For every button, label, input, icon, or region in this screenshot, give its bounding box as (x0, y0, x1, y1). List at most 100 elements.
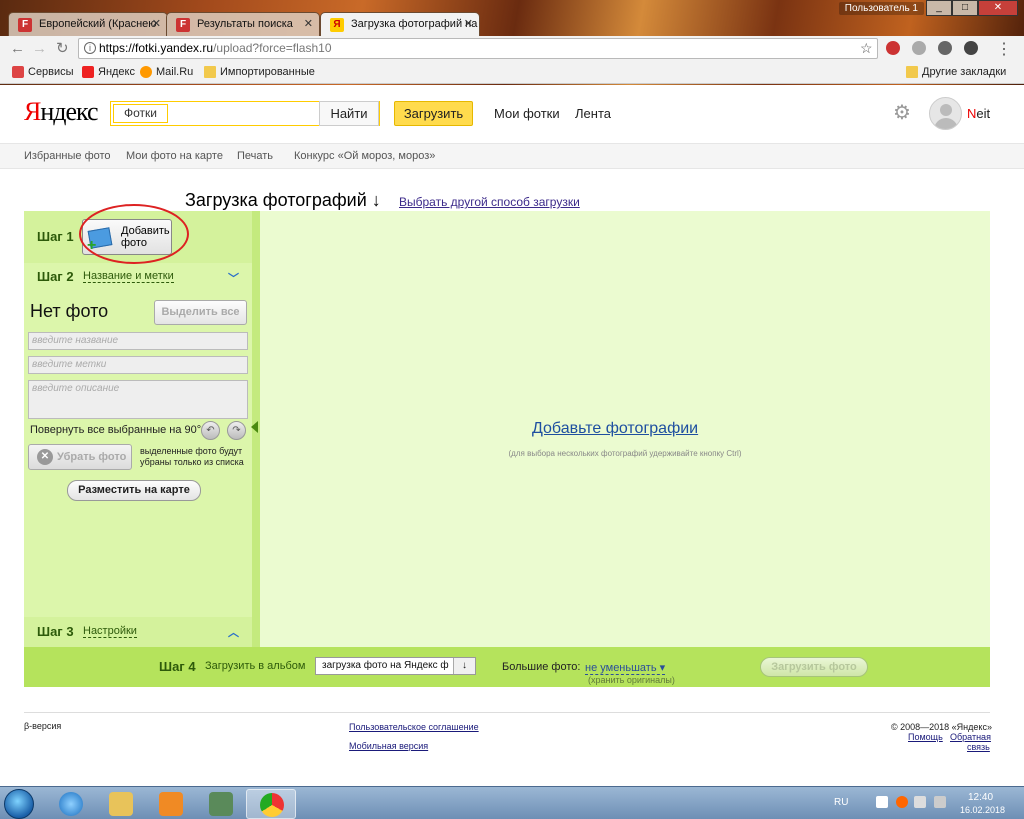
bookmarks-bar: Сервисы Яндекс Mail.Ru Импортированные Д… (0, 62, 1024, 84)
taskbar: RU 12:40 16.02.2018 (0, 786, 1024, 819)
taskbar-explorer[interactable] (96, 789, 146, 819)
clock-date[interactable]: 16.02.2018 (960, 805, 1005, 815)
bookmark-label: Mail.Ru (156, 66, 194, 78)
info-icon[interactable]: i (84, 42, 96, 54)
upload-photo-button[interactable]: Загрузить фото (760, 657, 868, 677)
bookmark-label: Другие закладки (922, 66, 1007, 78)
close-tab-icon[interactable]: ✕ (152, 13, 161, 35)
bookmark-other[interactable]: Другие закладки (906, 66, 1006, 78)
add-photos-hint: (для выбора нескольких фотографий удержи… (508, 449, 742, 458)
bookmark-label: Импортированные (220, 66, 315, 78)
extension-icon[interactable] (964, 41, 978, 55)
browser-tab-3[interactable]: Я Загрузка фотографий на ✕ (320, 12, 480, 36)
dropdown-arrow-icon[interactable]: ↓ (453, 658, 475, 674)
close-window-button[interactable]: ✕ (978, 0, 1018, 16)
address-bar[interactable]: i https://fotki.yandex.ru/upload?force=f… (78, 38, 878, 59)
volume-icon[interactable] (934, 796, 946, 808)
search-button[interactable]: Найти (319, 101, 379, 126)
chevron-up-icon[interactable]: ︿ (228, 624, 239, 640)
mailru-icon (140, 66, 152, 78)
language-indicator[interactable]: RU (834, 797, 848, 808)
title-field[interactable]: введите название (28, 332, 248, 350)
yandex-icon (82, 66, 94, 78)
other-upload-method-link[interactable]: Выбрать другой способ загрузки (399, 195, 580, 209)
description-field[interactable]: введите описание (28, 380, 248, 419)
browser-menu-icon[interactable]: ⋮ (996, 39, 1012, 59)
rotate-right-icon[interactable]: ↷ (227, 421, 246, 440)
extension-icon[interactable] (912, 41, 926, 55)
maximize-button[interactable]: □ (952, 0, 978, 16)
f-icon: F (18, 18, 32, 32)
extension-icon[interactable] (938, 41, 952, 55)
url-host: https://fotki.yandex.ru (99, 41, 214, 55)
upload-button[interactable]: Загрузить (394, 101, 473, 126)
back-icon[interactable]: ← (10, 40, 25, 58)
yandex-logo[interactable]: Яндекс (24, 97, 99, 127)
remove-note: выделенные фото будут убраны только из с… (140, 446, 244, 467)
browser-tab-1[interactable]: F Европейский (Краснею ✕ (8, 12, 168, 36)
feedback-link-2[interactable]: связь (967, 742, 990, 752)
bookmark-yandex[interactable]: Яндекс (82, 66, 135, 78)
forward-icon[interactable]: → (32, 40, 47, 58)
clock-time[interactable]: 12:40 (968, 792, 993, 803)
collapse-arrow-icon[interactable] (251, 421, 258, 433)
step2-toggle[interactable]: Название и метки (83, 270, 174, 283)
taskbar-ie[interactable] (46, 789, 96, 819)
bookmark-star-icon[interactable]: ☆ (860, 40, 873, 57)
select-all-button[interactable]: Выделить все (154, 300, 247, 325)
footer-divider (24, 712, 990, 713)
taskbar-chrome[interactable] (246, 789, 296, 819)
subnav-favorites[interactable]: Избранные фото (24, 150, 111, 162)
big-photos-select[interactable]: не уменьшать ▾ (585, 661, 666, 675)
beta-label: β-версия (24, 721, 62, 731)
close-tab-icon[interactable]: ✕ (304, 13, 313, 35)
gear-icon[interactable]: ⚙ (893, 103, 911, 123)
tab-title: Европейский (Краснею (39, 18, 157, 30)
bookmark-services[interactable]: Сервисы (12, 66, 74, 78)
profile-label[interactable]: Пользователь 1 (838, 2, 924, 15)
network-icon[interactable] (914, 796, 926, 808)
subnav-print[interactable]: Печать (237, 150, 273, 162)
flag-icon[interactable] (876, 796, 888, 808)
folder-icon (204, 66, 216, 78)
rotate-left-icon[interactable]: ↶ (201, 421, 220, 440)
user-agreement-link[interactable]: Пользовательское соглашение (349, 722, 479, 732)
place-on-map-button[interactable]: Разместить на карте (67, 480, 201, 501)
nav-feed[interactable]: Лента (575, 106, 611, 121)
big-photos-note: (хранить оригиналы) (588, 675, 675, 685)
subnav-map[interactable]: Мои фото на карте (126, 150, 223, 162)
chrome-icon (260, 793, 284, 817)
close-tab-icon[interactable]: ✕ (464, 13, 473, 35)
start-button[interactable] (4, 789, 34, 819)
mobile-version-link[interactable]: Мобильная версия (349, 741, 428, 751)
minimize-button[interactable]: _ (926, 0, 952, 16)
help-link[interactable]: Помощь (908, 732, 943, 742)
feedback-link[interactable]: Обратная (950, 732, 991, 742)
site-header: Яндекс Фотки Найти Загрузить Мои фотки Л… (0, 85, 1024, 143)
taskbar-app[interactable] (196, 789, 246, 819)
close-icon: ✕ (37, 449, 53, 465)
bookmark-imported[interactable]: Импортированные (204, 66, 315, 78)
album-select[interactable]: загрузка фото на Яндекс ф ↓ (315, 657, 476, 675)
avatar[interactable] (929, 97, 962, 130)
subnav-contest[interactable]: Конкурс «Ой мороз, мороз» (294, 150, 435, 162)
remove-photo-button[interactable]: ✕ Убрать фото (28, 444, 132, 470)
page-title: Загрузка фотографий ↓ (185, 190, 381, 210)
step3-toggle[interactable]: Настройки (83, 625, 137, 638)
taskbar-media[interactable] (146, 789, 196, 819)
chevron-down-icon[interactable]: ﹀ (228, 270, 239, 286)
browser-tab-2[interactable]: F Результаты поиска ✕ (166, 12, 320, 36)
user-name[interactable]: Neit (967, 106, 990, 121)
extension-icon[interactable] (886, 41, 900, 55)
sub-navigation: Избранные фото Мои фото на карте Печать … (0, 143, 1024, 169)
reload-icon[interactable]: ↻ (56, 40, 69, 58)
search-input[interactable] (171, 104, 319, 123)
search-service-tag[interactable]: Фотки (113, 104, 168, 123)
nav-my-photos[interactable]: Мои фотки (494, 106, 560, 121)
tray-app-icon[interactable] (896, 796, 908, 808)
bookmark-mailru[interactable]: Mail.Ru (140, 66, 193, 78)
add-photos-link[interactable]: Добавьте фотографии (532, 420, 698, 438)
media-player-icon (159, 792, 183, 816)
tags-field[interactable]: введите метки (28, 356, 248, 374)
tab-title: Результаты поиска (197, 18, 293, 30)
